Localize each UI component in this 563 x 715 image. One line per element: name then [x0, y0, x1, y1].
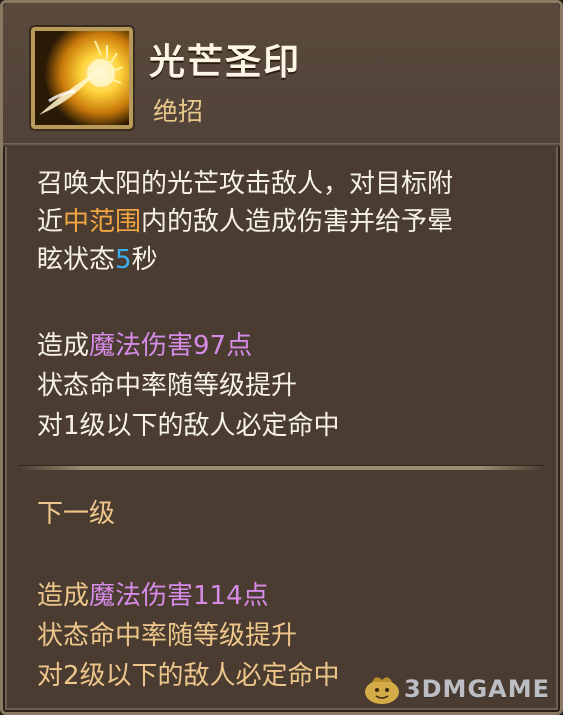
skill-description: 召唤太阳的光芒攻击敌人，对目标附 近中范围内的敌人造成伤害并给予晕 眩状态5秒	[37, 165, 537, 279]
watermark-mascot-icon	[364, 677, 399, 704]
sun-slash-icon	[31, 27, 133, 129]
stat-text: 造成	[37, 331, 90, 361]
description-text: 内的敌人造成伤害并给予晕	[141, 207, 454, 237]
damage-highlight: 魔法伤害114点	[89, 581, 269, 611]
description-text: 近	[37, 207, 64, 237]
description-text: 眩状态	[37, 245, 116, 275]
description-line-3: 眩状态5秒	[37, 241, 537, 279]
stun-duration-highlight: 5	[115, 245, 132, 275]
description-line-1: 召唤太阳的光芒攻击敌人，对目标附	[37, 169, 454, 199]
skill-tooltip: 光芒圣印 绝招 召唤太阳的光芒攻击敌人，对目标附 近中范围内的敌人造成伤害并给予…	[0, 0, 563, 715]
watermark-text: 3DMGAME	[403, 675, 550, 703]
current-guaranteed-hit-line: 对1级以下的敌人必定命中	[37, 411, 340, 441]
damage-highlight: 魔法伤害97点	[89, 331, 253, 361]
range-highlight: 中范围	[63, 207, 142, 237]
next-level-title: 下一级	[37, 499, 116, 529]
description-text: 秒	[131, 245, 158, 275]
next-damage-line: 造成魔法伤害114点	[37, 577, 269, 615]
next-guaranteed-hit-line: 对2级以下的敌人必定命中	[37, 661, 340, 691]
skill-name: 光芒圣印	[149, 42, 302, 83]
current-damage-line: 造成魔法伤害97点	[37, 327, 252, 365]
skill-type: 绝招	[153, 97, 204, 126]
header-divider	[3, 143, 560, 147]
description-line-2: 近中范围内的敌人造成伤害并给予晕	[37, 203, 537, 241]
stat-text: 造成	[37, 581, 90, 611]
current-hit-rate-line: 状态命中率随等级提升	[37, 371, 298, 401]
section-divider	[19, 465, 544, 470]
next-hit-rate-line: 状态命中率随等级提升	[37, 621, 298, 651]
watermark: 3DMGAME	[362, 672, 550, 706]
